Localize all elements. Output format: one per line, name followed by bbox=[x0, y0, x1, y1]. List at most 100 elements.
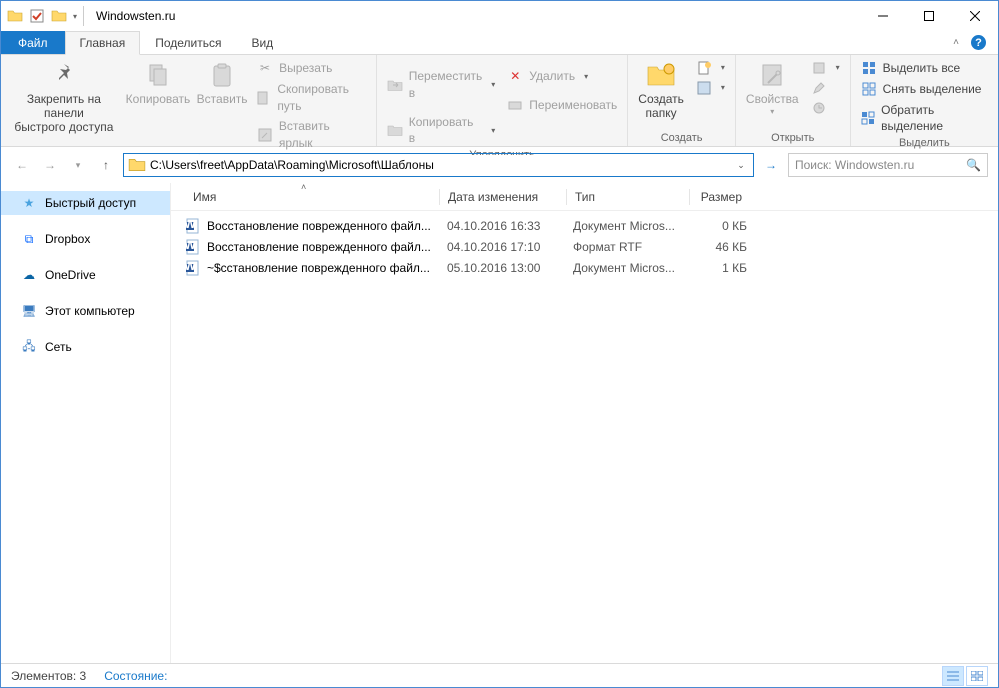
word-doc-icon: W bbox=[185, 260, 201, 276]
file-date: 04.10.2016 17:10 bbox=[439, 240, 565, 254]
file-size: 46 КБ bbox=[687, 240, 747, 254]
network-icon: 🖧 bbox=[21, 339, 37, 355]
maximize-button[interactable] bbox=[906, 1, 952, 31]
file-name: Восстановление поврежденного файл... bbox=[207, 240, 439, 254]
file-row[interactable]: W Восстановление поврежденного файл...04.… bbox=[185, 215, 998, 236]
open-button[interactable]: ▾ bbox=[807, 59, 844, 77]
dropbox-icon: ⧉ bbox=[21, 231, 37, 247]
go-button[interactable]: → bbox=[760, 154, 782, 176]
select-all-icon bbox=[861, 60, 877, 76]
open-icon bbox=[811, 60, 827, 76]
select-all-button[interactable]: Выделить все bbox=[857, 59, 992, 78]
copy-button[interactable]: Копировать bbox=[125, 57, 191, 109]
file-row[interactable]: W Восстановление поврежденного файл...04.… bbox=[185, 236, 998, 257]
select-none-icon bbox=[861, 81, 877, 97]
column-date[interactable]: Дата изменения bbox=[440, 190, 566, 204]
view-details-button[interactable] bbox=[942, 666, 964, 686]
easy-access-button[interactable]: ▾ bbox=[692, 79, 729, 97]
tab-view[interactable]: Вид bbox=[236, 31, 288, 54]
rename-button[interactable]: Переименовать bbox=[503, 96, 621, 115]
up-button[interactable]: ↑ bbox=[95, 154, 117, 176]
copy-icon bbox=[142, 59, 174, 91]
window-title: Windowsten.ru bbox=[96, 9, 175, 23]
new-folder-button[interactable]: Создать папку bbox=[634, 57, 688, 123]
nav-dropbox[interactable]: ⧉Dropbox bbox=[1, 227, 170, 251]
move-to-button[interactable]: Переместить в▾ bbox=[383, 67, 500, 103]
properties-icon bbox=[756, 59, 788, 91]
word-doc-icon: W bbox=[185, 218, 201, 234]
new-item-button[interactable]: ▾ bbox=[692, 59, 729, 77]
address-bar[interactable]: ⌄ bbox=[123, 153, 754, 177]
delete-icon: ✕ bbox=[507, 68, 523, 84]
file-date: 05.10.2016 13:00 bbox=[439, 261, 565, 275]
column-type[interactable]: Тип bbox=[567, 190, 689, 204]
file-row[interactable]: W ~$сстановление поврежденного файл...05.… bbox=[185, 257, 998, 278]
recent-dropdown[interactable]: ▾ bbox=[67, 154, 89, 176]
file-list-pane: ˄ Имя Дата изменения Тип Размер W Восстан… bbox=[171, 183, 998, 663]
file-type: Формат RTF bbox=[565, 240, 687, 254]
file-name: ~$сстановление поврежденного файл... bbox=[207, 261, 439, 275]
minimize-button[interactable] bbox=[860, 1, 906, 31]
ribbon: Закрепить на панели быстрого доступа Коп… bbox=[1, 55, 998, 147]
column-headers: ˄ Имя Дата изменения Тип Размер bbox=[171, 183, 998, 211]
address-dropdown-icon[interactable]: ⌄ bbox=[731, 160, 751, 171]
copy-to-button[interactable]: Копировать в▾ bbox=[383, 113, 500, 149]
sort-indicator-icon: ˄ bbox=[301, 183, 306, 192]
delete-button[interactable]: ✕Удалить▾ bbox=[503, 67, 621, 86]
ribbon-group-open: Свойства▾ ▾ Открыть bbox=[736, 55, 851, 146]
history-button[interactable] bbox=[807, 99, 844, 117]
file-date: 04.10.2016 16:33 bbox=[439, 219, 565, 233]
nav-onedrive[interactable]: ☁OneDrive bbox=[1, 263, 170, 287]
qat-dropdown-icon[interactable]: ▾ bbox=[73, 12, 77, 21]
tab-share[interactable]: Поделиться bbox=[140, 31, 236, 54]
copy-path-icon bbox=[257, 90, 271, 106]
folder-icon bbox=[7, 8, 23, 24]
rename-icon bbox=[507, 97, 523, 113]
nav-this-pc[interactable]: 🖥Этот компьютер bbox=[1, 299, 170, 323]
column-size[interactable]: Размер bbox=[690, 190, 750, 204]
shortcut-icon bbox=[257, 127, 273, 143]
select-none-button[interactable]: Снять выделение bbox=[857, 80, 992, 99]
qat-checkbox-icon[interactable] bbox=[29, 8, 45, 24]
search-box[interactable]: Поиск: Windowsten.ru 🔍 bbox=[788, 153, 988, 177]
easy-access-icon bbox=[696, 80, 712, 96]
svg-text:W: W bbox=[185, 260, 196, 273]
title-bar: ▾ Windowsten.ru bbox=[1, 1, 998, 31]
properties-button[interactable]: Свойства▾ bbox=[742, 57, 803, 118]
address-input[interactable] bbox=[150, 155, 731, 175]
help-icon[interactable]: ? bbox=[971, 35, 986, 50]
folder-icon bbox=[128, 156, 146, 174]
folder-icon[interactable] bbox=[51, 8, 67, 24]
invert-selection-button[interactable]: Обратить выделение bbox=[857, 101, 992, 137]
star-icon: ★ bbox=[21, 195, 37, 211]
close-button[interactable] bbox=[952, 1, 998, 31]
pin-to-quick-access-button[interactable]: Закрепить на панели быстрого доступа bbox=[7, 57, 121, 136]
copy-path-button[interactable]: Скопировать путь bbox=[253, 80, 370, 116]
view-icons-button[interactable] bbox=[966, 666, 988, 686]
tab-home[interactable]: Главная bbox=[65, 31, 141, 55]
scissors-icon: ✂ bbox=[257, 60, 273, 76]
file-name: Восстановление поврежденного файл... bbox=[207, 219, 439, 233]
word-doc-icon: W bbox=[185, 239, 201, 255]
cut-button[interactable]: ✂Вырезать bbox=[253, 59, 370, 78]
file-size: 0 КБ bbox=[687, 219, 747, 233]
column-name[interactable]: Имя bbox=[185, 190, 439, 204]
collapse-ribbon-icon[interactable]: ˄ bbox=[953, 37, 959, 48]
nav-network[interactable]: 🖧Сеть bbox=[1, 335, 170, 359]
group-label: Открыть bbox=[742, 131, 844, 146]
copy-to-icon bbox=[387, 122, 403, 138]
back-button[interactable]: ← bbox=[11, 154, 33, 176]
forward-button[interactable]: → bbox=[39, 154, 61, 176]
navigation-pane: ★Быстрый доступ ⧉Dropbox ☁OneDrive 🖥Этот… bbox=[1, 183, 171, 663]
nav-bar: ← → ▾ ↑ ⌄ → Поиск: Windowsten.ru 🔍 bbox=[1, 147, 998, 183]
paste-icon bbox=[206, 59, 238, 91]
new-folder-icon bbox=[645, 59, 677, 91]
tab-file[interactable]: Файл bbox=[1, 31, 65, 54]
file-size: 1 КБ bbox=[687, 261, 747, 275]
edit-button[interactable] bbox=[807, 79, 844, 97]
paste-button[interactable]: Вставить bbox=[195, 57, 249, 109]
file-type: Документ Micros... bbox=[565, 219, 687, 233]
search-icon: 🔍 bbox=[966, 158, 981, 172]
history-icon bbox=[811, 100, 827, 116]
nav-quick-access[interactable]: ★Быстрый доступ bbox=[1, 191, 170, 215]
